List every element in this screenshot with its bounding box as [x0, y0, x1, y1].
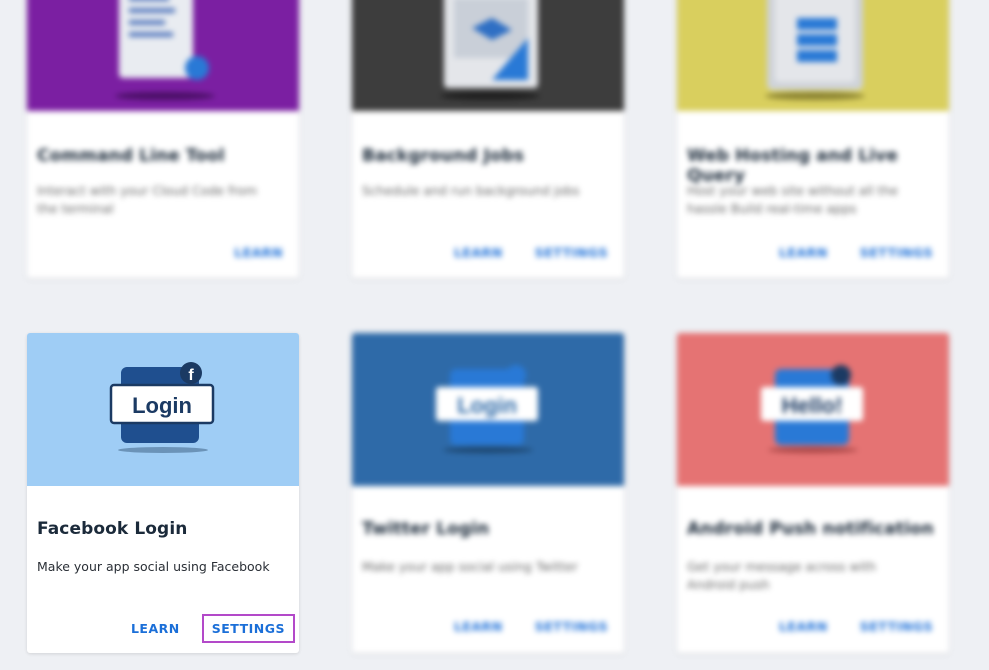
card-actions: LEARN — [228, 242, 289, 263]
card-hero: Hello! — [677, 333, 949, 486]
settings-button[interactable]: SETTINGS — [529, 242, 614, 263]
learn-button[interactable]: LEARN — [125, 618, 186, 639]
card-title: Background Jobs — [362, 146, 525, 166]
card-hero — [27, 0, 299, 111]
card-hero — [677, 0, 949, 111]
learn-button[interactable]: LEARN — [448, 242, 509, 263]
settings-button[interactable]: SETTINGS — [529, 616, 614, 637]
card-android-push: Hello! Android Push notification Get you… — [677, 333, 949, 653]
card-title: Web Hosting and Live Query — [687, 146, 898, 186]
learn-button[interactable]: LEARN — [228, 242, 289, 263]
document-icon — [115, 0, 215, 100]
facebook-icon: Login f — [109, 362, 215, 453]
card-description: Make your app social using Facebook — [37, 559, 270, 574]
card-hero: Login f — [27, 333, 299, 486]
card-actions: LEARN SETTINGS — [448, 242, 614, 263]
twitter-icon: Login — [436, 365, 538, 453]
learn-button[interactable]: LEARN — [773, 242, 834, 263]
settings-button[interactable]: SETTINGS — [854, 616, 939, 637]
card-twitter-login: Login Twitter Login Make your app social… — [352, 333, 624, 653]
card-actions: LEARN SETTINGS — [773, 242, 939, 263]
learn-button[interactable]: LEARN — [773, 616, 834, 637]
card-title: Twitter Login — [362, 519, 490, 539]
card-actions: LEARN SETTINGS — [125, 614, 296, 643]
card-hero: Login — [352, 333, 624, 486]
card-command-line-tool: Command Line Tool Interact with your Clo… — [27, 0, 299, 278]
card-title: Command Line Tool — [37, 146, 225, 166]
hero-login-text: Login — [457, 393, 517, 418]
card-background-jobs: Background Jobs Schedule and run backgro… — [352, 0, 624, 278]
learn-button[interactable]: LEARN — [448, 616, 509, 637]
card-facebook-login: Login f Facebook Login Make your app soc… — [27, 333, 299, 653]
svg-text:f: f — [188, 367, 194, 384]
hero-hello-text: Hello! — [781, 393, 842, 418]
server-icon — [765, 0, 865, 100]
card-description: Interact with your Cloud Code from the t… — [37, 183, 258, 216]
settings-button[interactable]: SETTINGS — [201, 614, 296, 643]
hero-login-text: Login — [132, 393, 192, 418]
card-description: Get your message across with Android pus… — [687, 559, 877, 592]
card-web-hosting: Web Hosting and Live Query Host your web… — [677, 0, 949, 278]
card-actions: LEARN SETTINGS — [773, 616, 939, 637]
android-icon: Hello! — [761, 365, 863, 453]
card-title: Facebook Login — [37, 519, 188, 539]
card-title: Android Push notification — [687, 519, 934, 539]
card-description: Host your web site without all the hassl… — [687, 183, 898, 216]
card-description: Schedule and run background jobs — [362, 183, 580, 198]
jobs-icon — [440, 0, 540, 100]
card-description: Make your app social using Twitter — [362, 559, 578, 574]
card-actions: LEARN SETTINGS — [448, 616, 614, 637]
card-hero — [352, 0, 624, 111]
settings-button[interactable]: SETTINGS — [854, 242, 939, 263]
